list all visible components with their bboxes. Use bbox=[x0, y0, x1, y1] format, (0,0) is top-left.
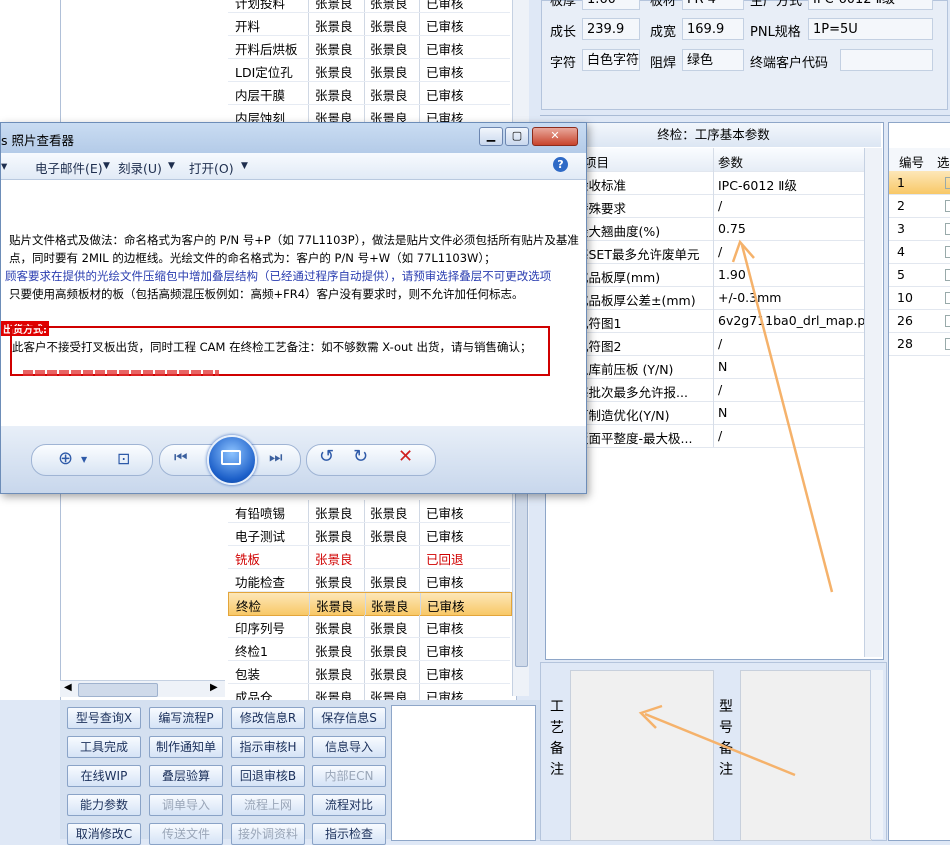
arrow-to-remark bbox=[638, 704, 796, 777]
annotation-arrows bbox=[638, 239, 834, 777]
arrow-to-param bbox=[731, 239, 834, 593]
